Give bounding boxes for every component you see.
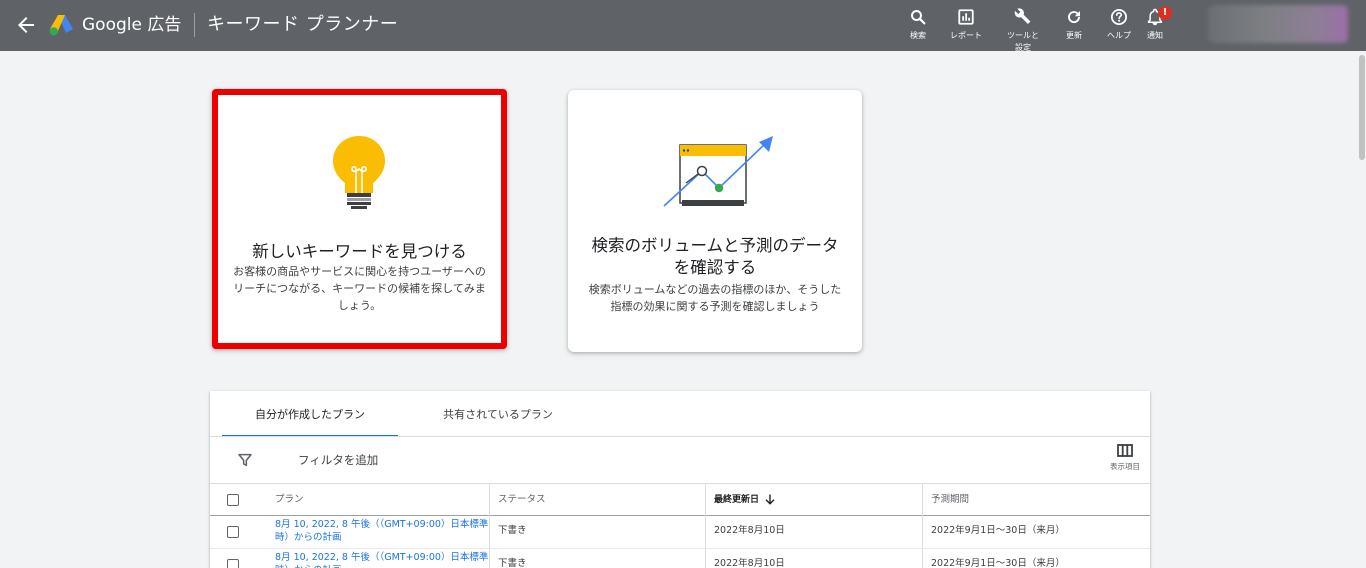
refresh-label: 更新 (1066, 31, 1082, 40)
top-app-bar: Google 広告 キーワード プランナー 検索 レポート ツールと設定 更新 … (0, 0, 1366, 52)
forecast-description: 検索ボリュームなどの過去の指標のほか、そうした指標の効果に関する予測を確認しまし… (588, 283, 842, 313)
row-select-cell (210, 549, 258, 568)
brand-name: Google 広告 (82, 15, 182, 35)
plans-panel: 自分が作成したプラン 共有されているプラン フィルタを追加 表示項目 プラン ス… (210, 391, 1150, 568)
find-keywords-card[interactable]: 新しいキーワードを見つける お客様の商品やサービスに関心を持つユーザーへのリーチ… (212, 89, 507, 349)
plan-name-link[interactable]: 8月 10, 2022, 8 午後（（GMT+09:00）日本標準時）からの計画 (258, 549, 489, 568)
plan-status: 下書き (489, 549, 705, 568)
header-plan[interactable]: プラン (258, 484, 489, 516)
report-button[interactable]: レポート (941, 8, 991, 51)
row-checkbox[interactable] (227, 559, 239, 568)
filter-icon[interactable] (237, 452, 253, 468)
filter-bar: フィルタを追加 表示項目 (210, 437, 1150, 483)
tools-settings-label: ツールと設定 (1007, 31, 1039, 52)
select-all-checkbox[interactable] (227, 494, 239, 506)
search-icon (911, 10, 926, 25)
row-checkbox[interactable] (227, 526, 239, 538)
header-forecast-period[interactable]: 予測期間 (922, 484, 1150, 516)
row-select-cell (210, 516, 258, 548)
google-ads-logo (49, 15, 73, 36)
forecast-card[interactable]: 検索のボリュームと予測のデータを確認する 検索ボリュームなどの過去の指標のほか、… (568, 90, 862, 352)
notifications-button[interactable]: ! 通知 (1130, 6, 1180, 51)
refresh-icon (1068, 11, 1081, 24)
scrollbar-thumb[interactable] (1359, 55, 1365, 160)
columns-button[interactable]: 表示項目 (1100, 444, 1150, 480)
back-arrow-icon[interactable] (14, 13, 38, 37)
search-button[interactable]: 検索 (893, 8, 943, 51)
lightbulb-icon (333, 136, 385, 209)
table-row[interactable]: 8月 10, 2022, 8 午後（（GMT+09:00）日本標準時）からの計画… (210, 516, 1150, 549)
refresh-button[interactable]: 更新 (1049, 8, 1099, 51)
columns-label: 表示項目 (1110, 462, 1140, 471)
page-title: キーワード プランナー (207, 14, 399, 35)
tab-shared-plans[interactable]: 共有されているプラン (410, 391, 586, 436)
report-icon (958, 9, 974, 25)
plan-last-updated: 2022年8月10日 (705, 549, 922, 568)
header-last-updated-label: 最終更新日 (714, 495, 760, 505)
plan-name-link[interactable]: 8月 10, 2022, 8 午後（（GMT+09:00）日本標準時）からの計画 (258, 516, 489, 548)
search-label: 検索 (910, 31, 926, 40)
find-keywords-description: お客様の商品やサービスに関心を持つユーザーへのリーチにつながる、キーワードの候補… (233, 265, 486, 312)
plan-forecast-period: 2022年9月1日～30日（来月） (922, 549, 1150, 568)
header-status[interactable]: ステータス (489, 484, 705, 516)
plan-forecast-period: 2022年9月1日～30日（来月） (922, 516, 1150, 548)
find-keywords-title: 新しいキーワードを見つける (252, 242, 467, 261)
plan-last-updated: 2022年8月10日 (705, 516, 922, 548)
plan-status: 下書き (489, 516, 705, 548)
table-header: プラン ステータス 最終更新日 予測期間 (210, 483, 1150, 516)
account-info-blurred[interactable] (1208, 5, 1348, 43)
report-label: レポート (950, 31, 982, 40)
table-row[interactable]: 8月 10, 2022, 8 午後（（GMT+09:00）日本標準時）からの計画… (210, 549, 1150, 568)
notifications-label: 通知 (1147, 31, 1163, 40)
columns-icon (1117, 444, 1133, 457)
header-last-updated[interactable]: 最終更新日 (705, 484, 922, 516)
select-all-cell (210, 484, 258, 516)
forecast-title: 検索のボリュームと予測のデータを確認する (591, 236, 839, 277)
tools-settings-button[interactable]: ツールと設定 (998, 8, 1048, 52)
trend-graph-icon (663, 136, 773, 207)
wrench-icon (1014, 8, 1031, 25)
sort-descending-icon (765, 494, 775, 505)
brand-divider (194, 13, 195, 37)
tab-my-plans[interactable]: 自分が作成したプラン (222, 391, 398, 437)
add-filter-button[interactable]: フィルタを追加 (298, 452, 378, 468)
notification-badge: ! (1158, 6, 1172, 20)
help-icon (1110, 8, 1128, 26)
